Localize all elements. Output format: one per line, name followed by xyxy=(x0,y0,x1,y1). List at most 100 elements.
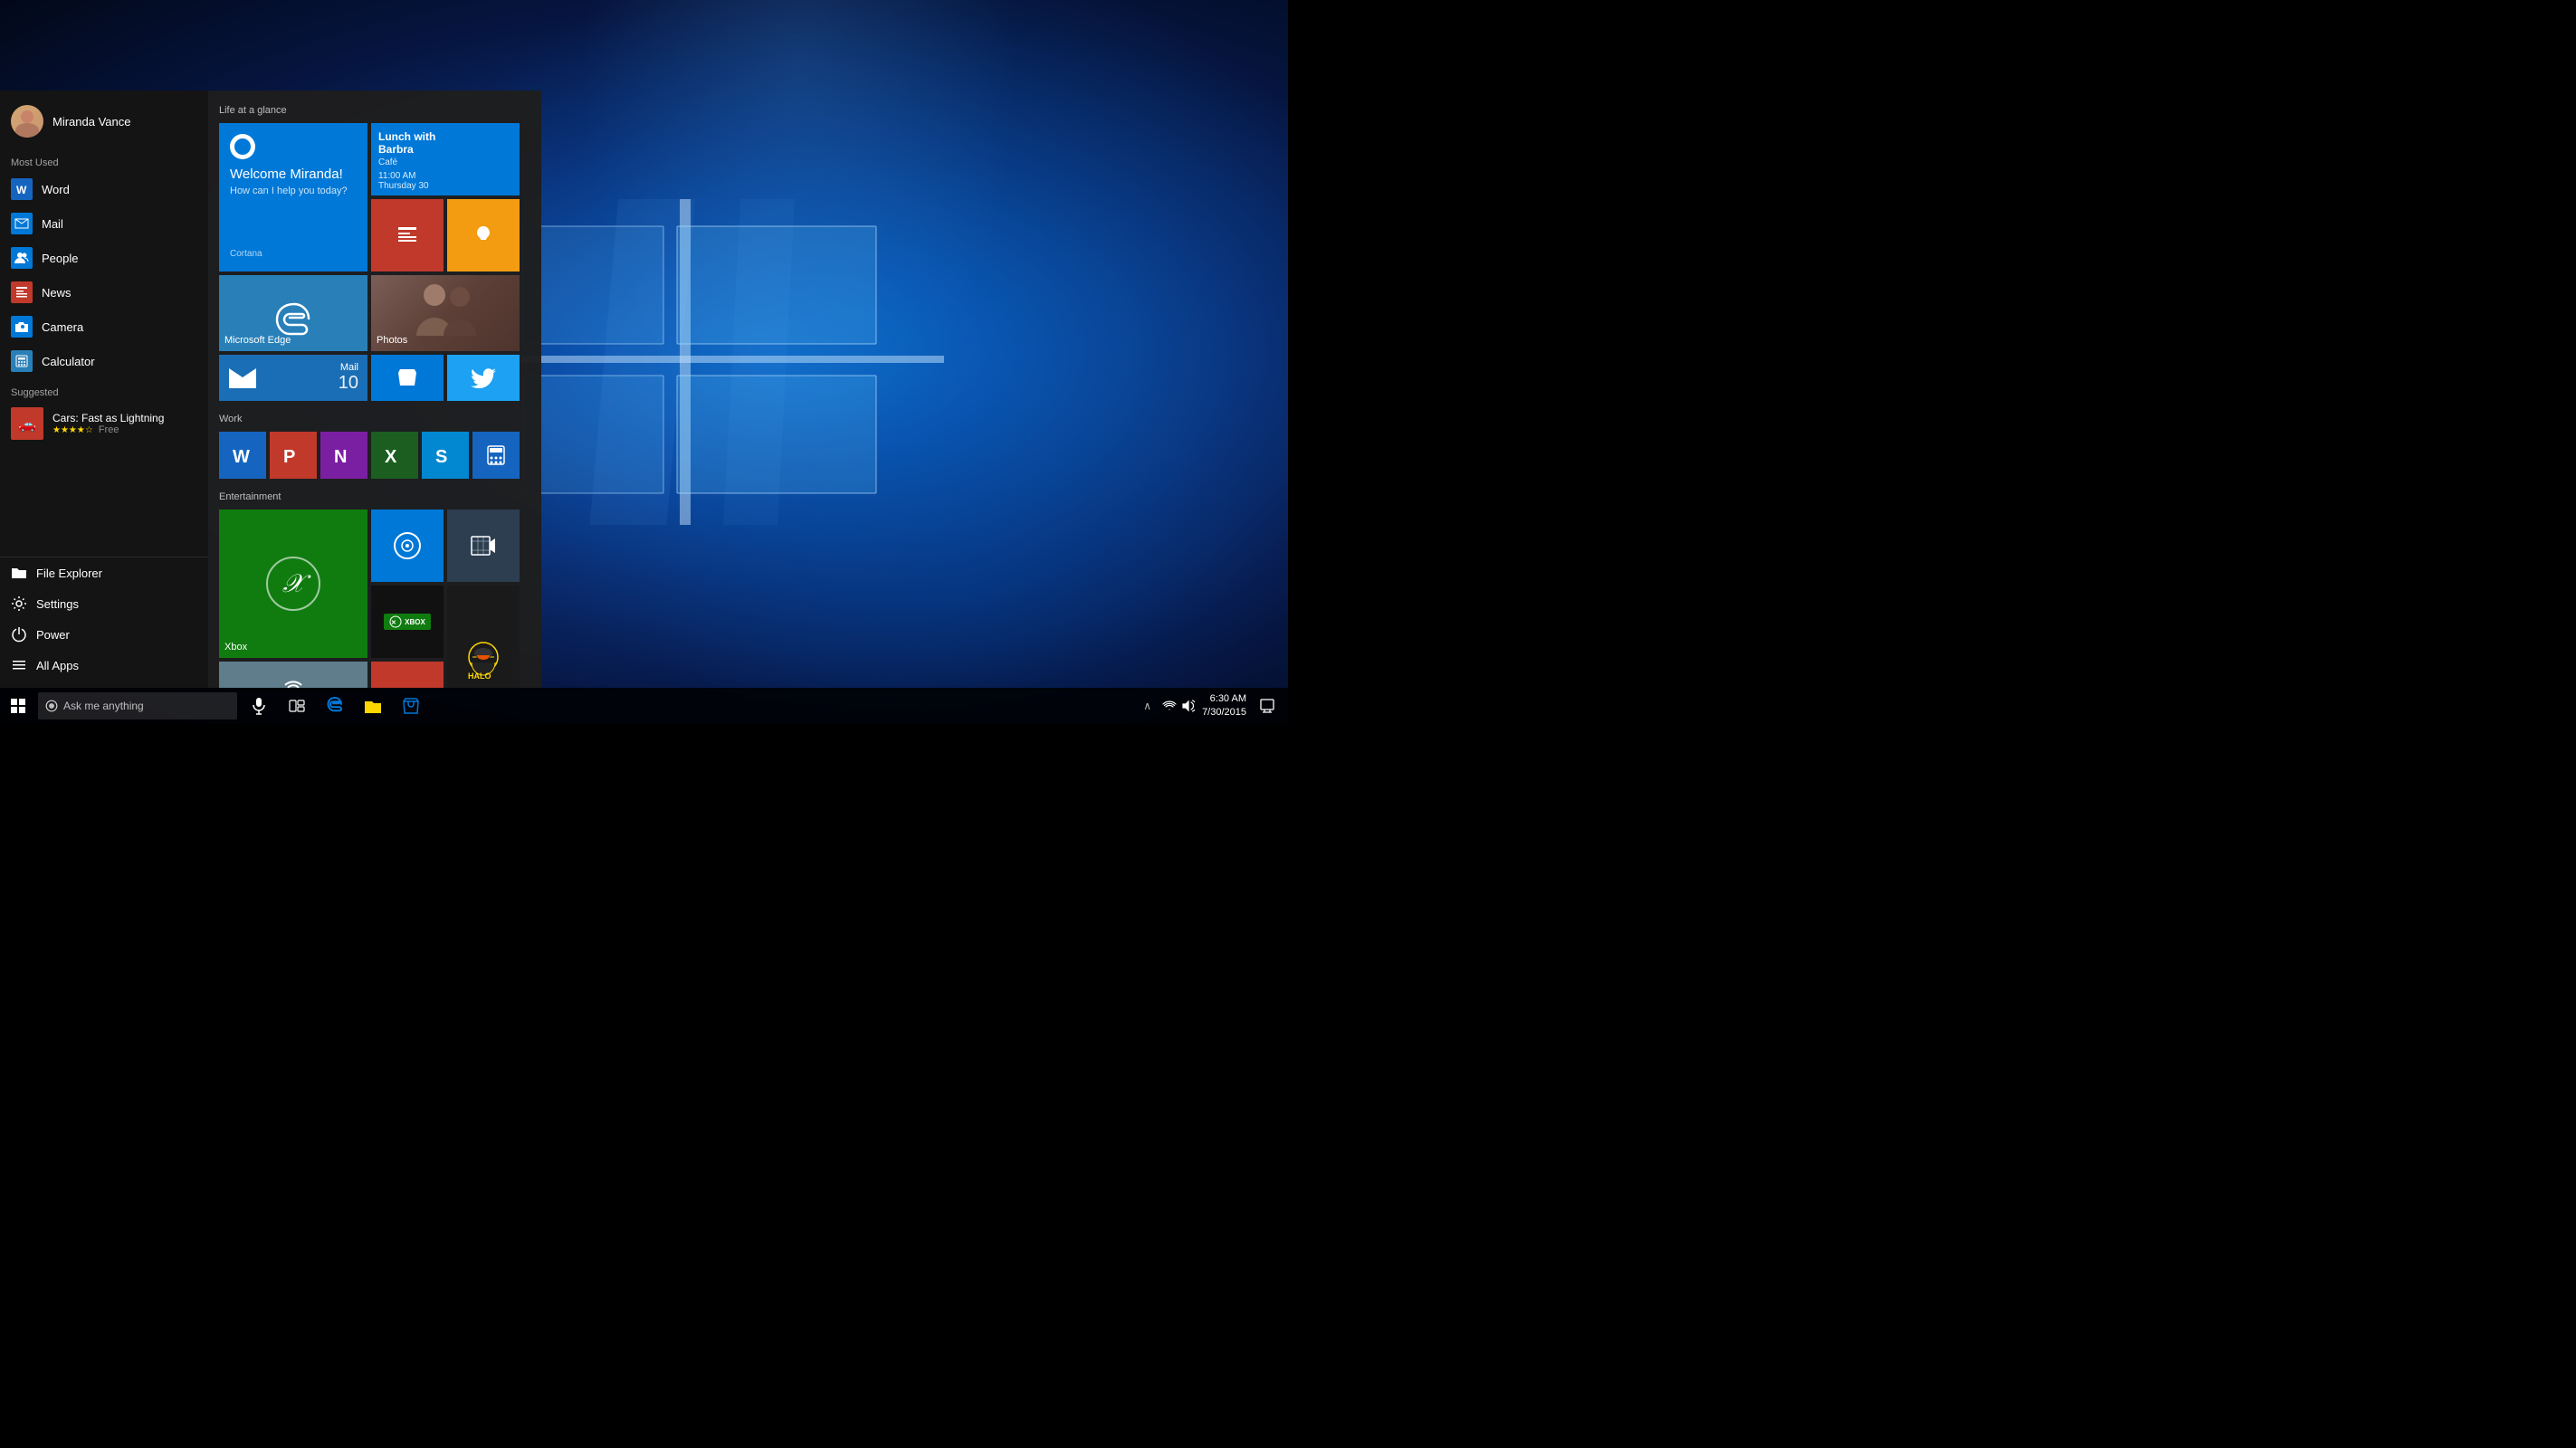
tile-store[interactable] xyxy=(371,355,444,401)
menu-item-mail[interactable]: Mail xyxy=(0,206,208,241)
power-item[interactable]: Power xyxy=(0,619,208,650)
tile-calendar[interactable]: Lunch withBarbra Café 11:00 AM Thursday … xyxy=(371,123,520,195)
work-ppt-icon: P xyxy=(281,443,305,467)
taskbar: Ask me anything xyxy=(0,688,1288,724)
word-icon: W xyxy=(11,178,33,200)
file-explorer-label: File Explorer xyxy=(36,567,102,580)
tile-groove-music[interactable] xyxy=(371,510,444,582)
work-tile-skype[interactable]: S xyxy=(422,432,469,479)
taskbar-file-explorer-button[interactable] xyxy=(355,688,391,724)
taskbar-microphone-button[interactable] xyxy=(241,688,277,724)
news-tile-icon xyxy=(395,223,420,248)
power-icon xyxy=(11,626,27,643)
calendar-day: Thursday 30 xyxy=(378,181,429,191)
svg-text:HALO: HALO xyxy=(468,672,491,681)
menu-item-news[interactable]: News xyxy=(0,275,208,310)
tile-movies[interactable] xyxy=(447,510,520,582)
mail-tile-content xyxy=(228,367,257,389)
groove-music-icon xyxy=(393,531,422,560)
edge-taskbar-icon xyxy=(326,697,344,715)
most-used-label: Most Used xyxy=(0,152,208,172)
menu-item-calculator-label: Calculator xyxy=(42,355,95,368)
movies-icon xyxy=(471,535,496,557)
xbox-x-symbol: 𝒳 xyxy=(282,569,304,599)
svg-text:P: P xyxy=(283,447,295,467)
store-tile-icon xyxy=(395,366,420,391)
taskbar-app-icons xyxy=(241,688,429,724)
halo-icon: HALO xyxy=(461,637,506,682)
taskbar-edge-button[interactable] xyxy=(317,688,353,724)
action-center-icon xyxy=(1260,699,1274,713)
tile-halo[interactable]: HALO xyxy=(447,586,520,688)
work-tile-onenote[interactable]: N xyxy=(320,432,367,479)
work-tile-excel[interactable]: X xyxy=(371,432,418,479)
file-explorer-taskbar-icon xyxy=(364,698,382,714)
tile-tunein[interactable]: TuneIn xyxy=(219,662,367,688)
start-button[interactable] xyxy=(0,688,36,724)
svg-text:W: W xyxy=(233,447,250,467)
tile-edge[interactable]: Microsoft Edge xyxy=(219,275,367,351)
entertainment-tiles-grid: 𝒳 Xbox xyxy=(219,510,530,688)
menu-item-people[interactable]: People xyxy=(0,241,208,275)
menu-item-people-label: People xyxy=(42,252,78,265)
people-icon xyxy=(11,247,33,269)
tile-iheartradio[interactable] xyxy=(371,662,444,688)
mail-tile-right: Mail 10 xyxy=(339,362,358,394)
menu-item-calculator[interactable]: Calculator xyxy=(0,344,208,378)
cortana-subtitle: How can I help you today? xyxy=(230,186,348,196)
cortana-name: Cortana xyxy=(230,249,262,259)
wifi-icon xyxy=(1162,700,1177,711)
tile-xbox-app[interactable]: ✕ XBOX xyxy=(371,586,444,658)
file-explorer-item[interactable]: File Explorer xyxy=(0,557,208,588)
life-tiles-grid: Welcome Miranda! How can I help you toda… xyxy=(219,123,530,401)
tile-tips[interactable] xyxy=(447,199,520,272)
cortana-footer: Cortana xyxy=(230,233,262,261)
svg-text:W: W xyxy=(16,184,27,196)
work-skype-icon: S xyxy=(434,443,457,467)
work-calc-icon xyxy=(484,443,508,467)
system-tray-expand[interactable]: ∧ xyxy=(1140,700,1155,712)
tile-photos[interactable]: Photos xyxy=(371,275,520,351)
menu-item-mail-label: Mail xyxy=(42,217,63,231)
settings-label: Settings xyxy=(36,597,79,611)
svg-text:N: N xyxy=(334,447,347,467)
work-tiles-grid: W P N X S xyxy=(219,432,530,479)
suggested-app-cars[interactable]: 🚗 Cars: Fast as Lightning ★★★★☆ Free xyxy=(0,402,208,445)
xbox-app-badge: ✕ XBOX xyxy=(384,614,431,630)
svg-text:✕: ✕ xyxy=(391,620,396,626)
cortana-circle-icon xyxy=(230,134,255,159)
taskbar-store-button[interactable] xyxy=(393,688,429,724)
taskbar-search-bar[interactable]: Ask me anything xyxy=(38,692,237,719)
work-tile-word[interactable]: W xyxy=(219,432,266,479)
taskbar-right-section: ∧ 6:30 AM 7/30/2015 xyxy=(1140,688,1288,724)
tile-xbox[interactable]: 𝒳 Xbox xyxy=(219,510,367,658)
mail-tile-icon xyxy=(228,367,257,389)
taskbar-task-view-button[interactable] xyxy=(279,688,315,724)
suggested-app-info: Cars: Fast as Lightning ★★★★☆ Free xyxy=(52,412,197,435)
all-apps-item[interactable]: All Apps xyxy=(0,650,208,681)
settings-item[interactable]: Settings xyxy=(0,588,208,619)
tunein-icon xyxy=(281,681,306,689)
svg-text:🚗: 🚗 xyxy=(18,417,36,433)
work-tile-calculator[interactable] xyxy=(472,432,520,479)
file-explorer-icon xyxy=(11,565,27,581)
action-center-button[interactable] xyxy=(1254,688,1281,724)
cortana-logo-area xyxy=(230,134,255,159)
taskbar-date: 7/30/2015 xyxy=(1202,706,1246,719)
tile-mail[interactable]: Mail 10 xyxy=(219,355,367,401)
task-view-icon xyxy=(289,700,305,712)
start-menu-tiles-panel: Life at a glance Welcome Miranda! How ca… xyxy=(208,90,541,688)
calculator-icon xyxy=(11,350,33,372)
tile-news[interactable] xyxy=(371,199,444,272)
user-profile-section[interactable]: Miranda Vance xyxy=(0,90,208,152)
edge-tile-label: Microsoft Edge xyxy=(224,335,291,346)
mail-icon xyxy=(11,213,33,234)
tile-cortana[interactable]: Welcome Miranda! How can I help you toda… xyxy=(219,123,367,272)
menu-item-word[interactable]: W Word xyxy=(0,172,208,206)
start-menu: Miranda Vance Most Used W Word Mail xyxy=(0,90,541,688)
menu-item-camera[interactable]: Camera xyxy=(0,310,208,344)
mail-count-badge: 10 xyxy=(339,373,358,394)
tile-twitter[interactable] xyxy=(447,355,520,401)
taskbar-clock[interactable]: 6:30 AM 7/30/2015 xyxy=(1202,692,1246,720)
work-tile-powerpoint[interactable]: P xyxy=(270,432,317,479)
